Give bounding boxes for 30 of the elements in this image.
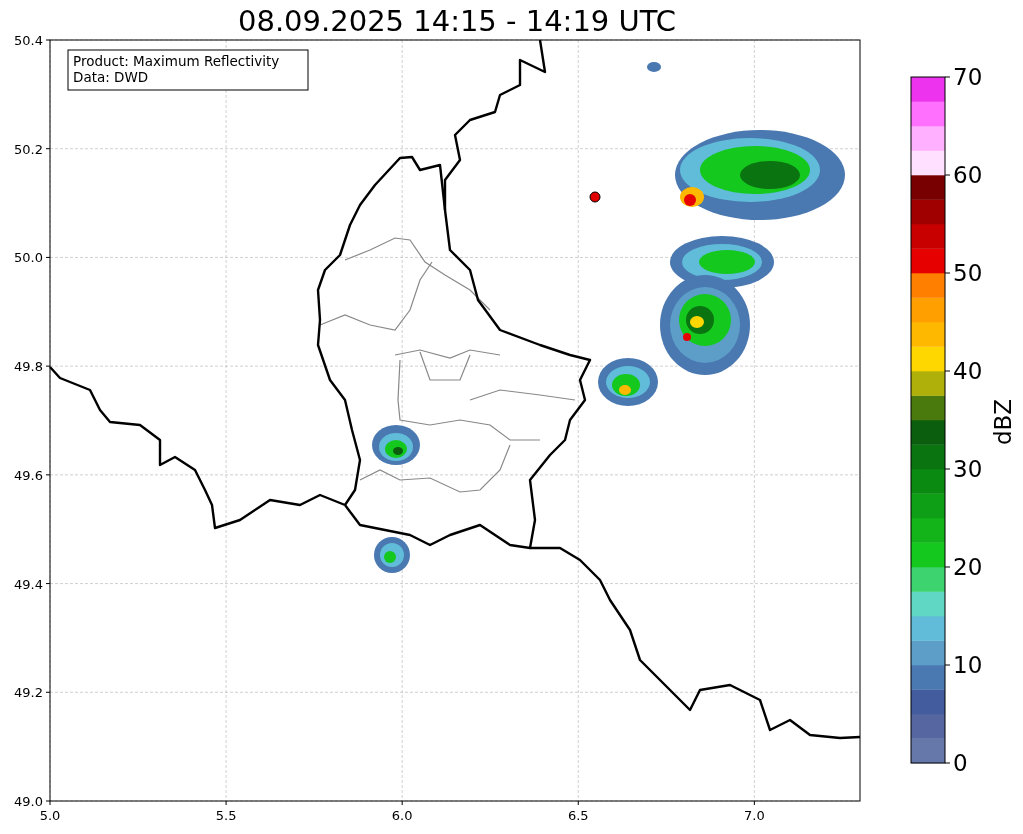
y-axis-tick-label: 49.0 <box>14 794 43 809</box>
colorbar-tick-label: 60 <box>953 162 983 188</box>
colorbar-tick-label: 70 <box>953 64 983 90</box>
legend-text: Product: Maximum Reflectivity <box>73 53 280 69</box>
x-axis-tick-label: 6.0 <box>391 808 413 823</box>
figure-title: 08.09.2025 14:15 - 14:19 UTC <box>238 4 676 38</box>
colorbar-label: dBZ <box>990 398 1016 446</box>
radar-site-marker <box>589 191 601 203</box>
x-axis-tick-label: 6.5 <box>567 808 589 823</box>
colorbar-tick-label: 50 <box>953 260 983 286</box>
x-axis-tick-label: 7.0 <box>744 808 765 823</box>
colorbar-tick-label: 40 <box>953 358 983 384</box>
colorbar-tick-label: 20 <box>953 554 983 580</box>
x-axis-tick-label: 5.0 <box>39 808 61 823</box>
colorbar-tick-label: 30 <box>953 456 983 482</box>
radar-echo-drawing <box>647 62 661 72</box>
x-axis-tick-label: 5.5 <box>215 808 237 823</box>
radar-echo-drawing <box>374 537 410 573</box>
y-axis-tick-label: 49.4 <box>14 576 43 592</box>
colorbar-tick-label: 0 <box>953 750 968 776</box>
y-axis-tick-label: 50.0 <box>14 250 43 266</box>
legend-text: Data: DWD <box>73 69 149 85</box>
y-axis-tick-label: 49.2 <box>14 685 43 701</box>
radar-echo-drawing <box>372 425 420 465</box>
y-axis-tick-label: 50.2 <box>14 141 43 157</box>
y-axis-tick-label: 49.6 <box>14 467 43 483</box>
colorbar-tick-label: 10 <box>953 652 983 678</box>
y-axis-tick-label: 50.4 <box>14 33 43 48</box>
radar-echo-drawing <box>598 358 658 406</box>
y-axis-tick-label: 49.8 <box>14 359 43 375</box>
